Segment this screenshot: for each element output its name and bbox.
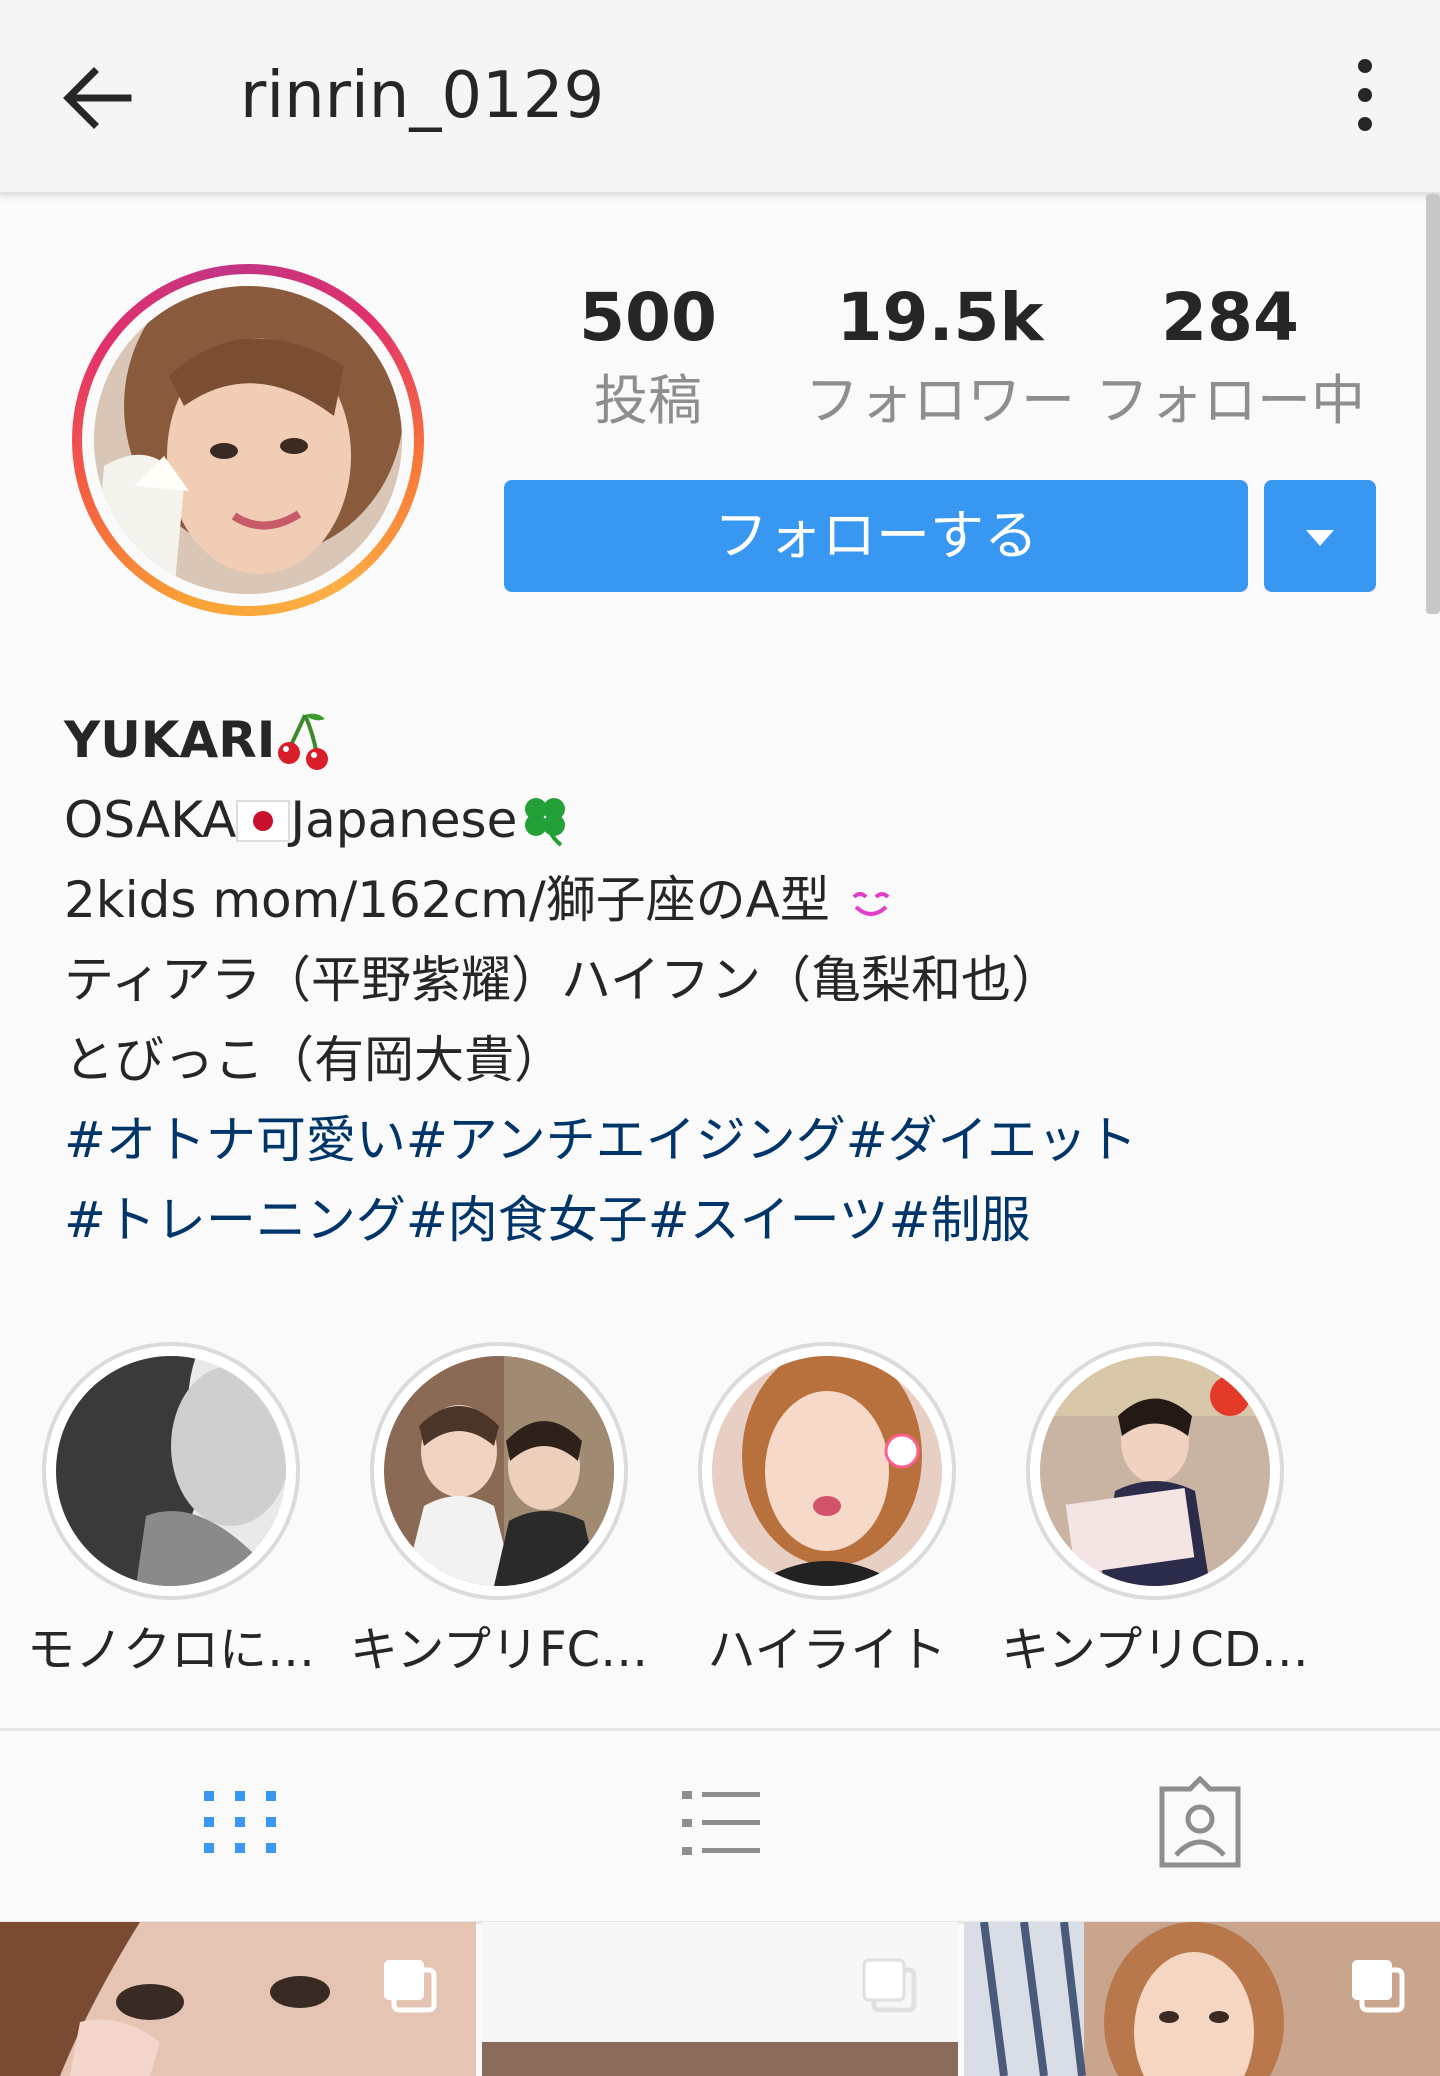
followers-count: 19.5k	[836, 279, 1044, 356]
post-thumbnail[interactable]	[482, 1922, 958, 2076]
tab-list[interactable]	[660, 1771, 780, 1881]
post-thumbnail[interactable]	[0, 1922, 476, 2076]
suggested-dropdown-button[interactable]	[1264, 480, 1376, 592]
smiling-face-icon	[852, 892, 890, 916]
highlight-item[interactable]: キンプリFC…	[344, 1342, 654, 1680]
post-thumbnail[interactable]	[964, 1922, 1440, 2076]
profile-avatar[interactable]	[72, 264, 424, 616]
tagged-person-icon	[1159, 1775, 1241, 1868]
posts-count: 500	[579, 279, 717, 356]
posts-stat[interactable]: 500 投稿	[548, 278, 748, 436]
highlight-cover	[1026, 1342, 1284, 1600]
highlight-label: キンプリFC…	[349, 1622, 649, 1678]
scrollbar[interactable]	[1426, 194, 1440, 614]
bio-fandom-line-2: とびっこ（有岡大貴）	[64, 1031, 564, 1089]
profile-username: rinrin_0129	[240, 59, 605, 133]
tab-grid[interactable]	[180, 1771, 300, 1881]
posts-label: 投稿	[594, 369, 702, 432]
highlight-item[interactable]: キンプリCD…	[1000, 1342, 1310, 1680]
followers-label: フォロワー	[805, 369, 1075, 432]
tab-tagged[interactable]	[1140, 1771, 1260, 1881]
japan-flag-icon	[236, 800, 291, 842]
arrow-left-icon	[63, 67, 132, 129]
bio-nationality: Japanese	[290, 791, 518, 849]
profile-bio: YUKARI OSAKA Japanese 2kids mom/162cm/獅子…	[64, 700, 1364, 1260]
highlight-label: モノクロに…	[26, 1622, 315, 1678]
bio-hashtags-1[interactable]: #オトナ可愛い#アンチエイジング#ダイエット	[64, 1100, 1364, 1180]
top-bar: rinrin_0129	[0, 0, 1440, 195]
caret-down-icon	[1306, 530, 1334, 546]
four-leaf-clover-icon	[525, 798, 566, 847]
bio-location: OSAKA	[64, 791, 237, 849]
grid-icon	[204, 1791, 276, 1853]
bio-location-line: OSAKA Japanese	[64, 780, 1364, 860]
bio-name-line: YUKARI	[64, 700, 1364, 780]
multiple-photos-icon	[384, 1960, 437, 2013]
highlight-cover	[370, 1342, 628, 1600]
cherry-icon	[278, 713, 329, 770]
more-options-button[interactable]	[1325, 50, 1405, 150]
highlight-item[interactable]: モノクロに…	[16, 1342, 326, 1680]
bio-profile-line: 2kids mom/162cm/獅子座のA型	[64, 860, 1364, 940]
following-stat[interactable]: 284 フォロー中	[1090, 278, 1370, 436]
highlight-cover	[698, 1342, 956, 1600]
multiple-photos-icon	[1352, 1960, 1405, 2013]
highlight-label: ハイライト	[707, 1622, 947, 1678]
bio-profile-text: 2kids mom/162cm/獅子座のA型	[64, 871, 830, 929]
back-button[interactable]	[58, 58, 138, 138]
highlight-item[interactable]: ハイライト	[672, 1342, 982, 1680]
multiple-photos-icon	[862, 1958, 917, 2013]
bio-fandom-line: ティアラ（平野紫耀）ハイフン（亀梨和也）	[64, 951, 1061, 1009]
followers-stat[interactable]: 19.5k フォロワー	[790, 278, 1090, 436]
highlight-cover	[42, 1342, 300, 1600]
following-label: フォロー中	[1095, 369, 1365, 432]
bio-hashtags-2[interactable]: #トレーニング#肉食女子#スイーツ#制服	[64, 1180, 1364, 1260]
more-vertical-icon	[1358, 59, 1372, 131]
profile-tabs	[0, 1728, 1440, 1924]
following-count: 284	[1161, 279, 1299, 356]
follow-button[interactable]: フォローする	[504, 480, 1248, 592]
list-icon	[682, 1791, 760, 1855]
display-name: YUKARI	[64, 711, 276, 769]
highlight-label: キンプリCD…	[1001, 1622, 1309, 1678]
